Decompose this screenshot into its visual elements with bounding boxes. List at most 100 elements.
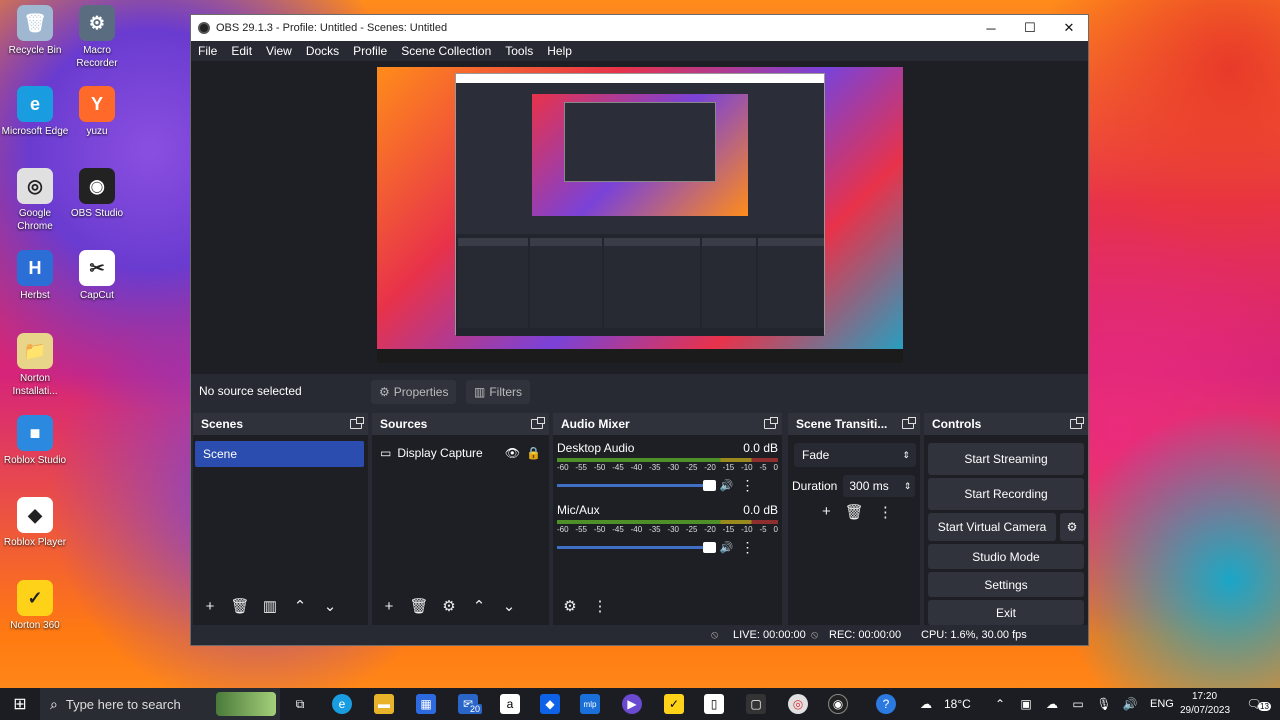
transition-select[interactable]: Fade ⇕	[794, 443, 916, 467]
filters-button[interactable]: ▥ Filters	[466, 380, 531, 404]
menu-dots-icon[interactable]: ⋮	[739, 539, 755, 556]
cloud-icon[interactable]: ☁	[1042, 694, 1062, 714]
obs-icon[interactable]: ◉	[828, 694, 848, 714]
preview-area[interactable]	[191, 61, 1088, 373]
duration-spinbox[interactable]: 300 ms ⇕	[843, 475, 916, 497]
undock-icon[interactable]	[1070, 417, 1084, 429]
clock-date[interactable]: 29/07/2023	[1180, 705, 1230, 716]
desktop-icon[interactable]: H Herbst	[0, 250, 70, 302]
minimize-button[interactable]: ─	[971, 15, 1011, 41]
undock-icon[interactable]	[764, 417, 778, 429]
speaker-icon[interactable]: 🔊	[720, 479, 734, 492]
speaker-icon[interactable]: 🔊	[1120, 694, 1140, 714]
tray-icon[interactable]: ▣	[1016, 694, 1036, 714]
scale-tick: -55	[575, 525, 587, 534]
exit-button[interactable]: Exit	[928, 600, 1084, 625]
proton-icon[interactable]: ▶	[622, 694, 642, 714]
scale-tick: -40	[630, 525, 643, 534]
desktop-icon[interactable]: ✂ CapCut	[62, 250, 132, 302]
undock-icon[interactable]	[350, 417, 364, 429]
start-streaming-button[interactable]: Start Streaming	[928, 443, 1084, 475]
properties-button[interactable]: ⚙ Properties	[371, 380, 457, 404]
scene-filters-icon[interactable]: ▥	[259, 595, 281, 617]
settings-button[interactable]: Settings	[928, 572, 1084, 597]
store-icon[interactable]: ▦	[416, 694, 436, 714]
dropbox-icon[interactable]: ◆	[540, 694, 560, 714]
spin-icon[interactable]: ⇕	[904, 481, 916, 492]
add-scene-button[interactable]: +	[199, 595, 221, 617]
title-bar[interactable]: OBS 29.1.3 - Profile: Untitled - Scenes:…	[191, 15, 1088, 41]
desktop-icon[interactable]: ◉ OBS Studio	[62, 168, 132, 220]
mic-icon[interactable]: 🎙	[1094, 694, 1114, 714]
chevron-up-icon[interactable]: ⌃	[990, 694, 1010, 714]
move-down-icon[interactable]: ⌄	[319, 595, 341, 617]
edge-icon[interactable]: e	[332, 694, 352, 714]
undock-icon[interactable]	[531, 417, 545, 429]
desktop-icon[interactable]: 🗑 Recycle Bin	[0, 5, 70, 57]
desktop-icon[interactable]: ◎ Google Chrome	[0, 168, 70, 233]
preview-canvas[interactable]	[377, 67, 903, 363]
clock-time[interactable]: 17:20	[1192, 691, 1217, 702]
menu-docks[interactable]: Docks	[299, 44, 346, 58]
chrome-icon[interactable]: ◎	[788, 694, 808, 714]
lock-icon[interactable]: 🔒	[526, 446, 541, 460]
undock-icon[interactable]	[902, 417, 916, 429]
trash-icon[interactable]: 🗑	[408, 595, 430, 617]
taskbar-search[interactable]: ⌕ Type here to search	[40, 688, 280, 720]
desktop-icon[interactable]: 📁 Norton Installati...	[0, 333, 70, 398]
maximize-button[interactable]: ☐	[1010, 15, 1050, 41]
desktop-icon[interactable]: ■ Roblox Studio	[0, 415, 70, 467]
move-up-icon[interactable]: ⌃	[468, 595, 490, 617]
volume-knob[interactable]	[702, 480, 716, 491]
menu-view[interactable]: View	[259, 44, 299, 58]
menu-help[interactable]: Help	[540, 44, 579, 58]
amazon-icon[interactable]: a	[500, 694, 520, 714]
menu-file[interactable]: File	[191, 44, 224, 58]
move-up-icon[interactable]: ⌃	[289, 595, 311, 617]
desktop-icon[interactable]: ◆ Roblox Player	[0, 497, 70, 549]
speaker-icon[interactable]: 🔊	[720, 541, 734, 554]
menu-profile[interactable]: Profile	[346, 44, 394, 58]
desktop-icon[interactable]: ⚙ Macro Recorder	[62, 5, 132, 70]
studio-mode-button[interactable]: Studio Mode	[928, 544, 1084, 569]
language[interactable]: ENG	[1150, 698, 1174, 710]
file-explorer-icon[interactable]: ▬	[374, 694, 394, 714]
menu-dots-icon[interactable]: ⋮	[878, 503, 893, 521]
menu-edit[interactable]: Edit	[224, 44, 259, 58]
volume-slider[interactable]	[557, 542, 716, 553]
menu-dots-icon[interactable]: ⋮	[589, 595, 611, 617]
start-virtual-camera-button[interactable]: Start Virtual Camera	[928, 513, 1056, 541]
menu-dots-icon[interactable]: ⋮	[739, 477, 755, 494]
task-view-icon[interactable]: ⧉	[290, 694, 310, 714]
menu-tools[interactable]: Tools	[498, 44, 540, 58]
desktop-icon-label: Roblox Player	[3, 537, 67, 548]
scene-item[interactable]: Scene	[195, 441, 364, 467]
move-down-icon[interactable]: ⌄	[498, 595, 520, 617]
norton-icon[interactable]: ✓	[664, 694, 684, 714]
document-icon[interactable]: ▯	[704, 694, 724, 714]
battery-icon[interactable]: ▭	[1068, 694, 1088, 714]
virtual-camera-gear-icon[interactable]: ⚙	[1060, 513, 1084, 541]
desktop-icon[interactable]: e Microsoft Edge	[0, 86, 70, 138]
eye-icon[interactable]: 👁	[505, 446, 520, 460]
trash-icon[interactable]: 🗑	[229, 595, 251, 617]
desktop-icon[interactable]: Yyuzu	[62, 86, 132, 138]
help-icon[interactable]: ?	[876, 694, 896, 714]
scale-tick: -60	[557, 463, 569, 472]
app-icon[interactable]: mlp	[580, 694, 600, 714]
windows-start-icon[interactable]: ⊞	[10, 694, 30, 714]
volume-knob[interactable]	[702, 542, 716, 553]
close-button[interactable]: ✕	[1049, 15, 1089, 41]
add-transition-button[interactable]: +	[822, 503, 831, 521]
advanced-audio-gear-icon[interactable]: ⚙	[559, 595, 581, 617]
desktop-icon[interactable]: ✓ Norton 360	[0, 580, 70, 632]
trash-icon[interactable]: 🗑	[845, 503, 864, 521]
app-icon[interactable]: ▢	[746, 694, 766, 714]
start-recording-button[interactable]: Start Recording	[928, 478, 1084, 510]
volume-slider[interactable]	[557, 480, 716, 491]
add-source-button[interactable]: +	[378, 595, 400, 617]
weather-temp[interactable]: 18°C	[944, 697, 971, 711]
menu-scene-collection[interactable]: Scene Collection	[394, 44, 498, 58]
gear-icon[interactable]: ⚙	[438, 595, 460, 617]
source-item[interactable]: ▭ Display Capture 👁 🔒	[380, 441, 541, 465]
